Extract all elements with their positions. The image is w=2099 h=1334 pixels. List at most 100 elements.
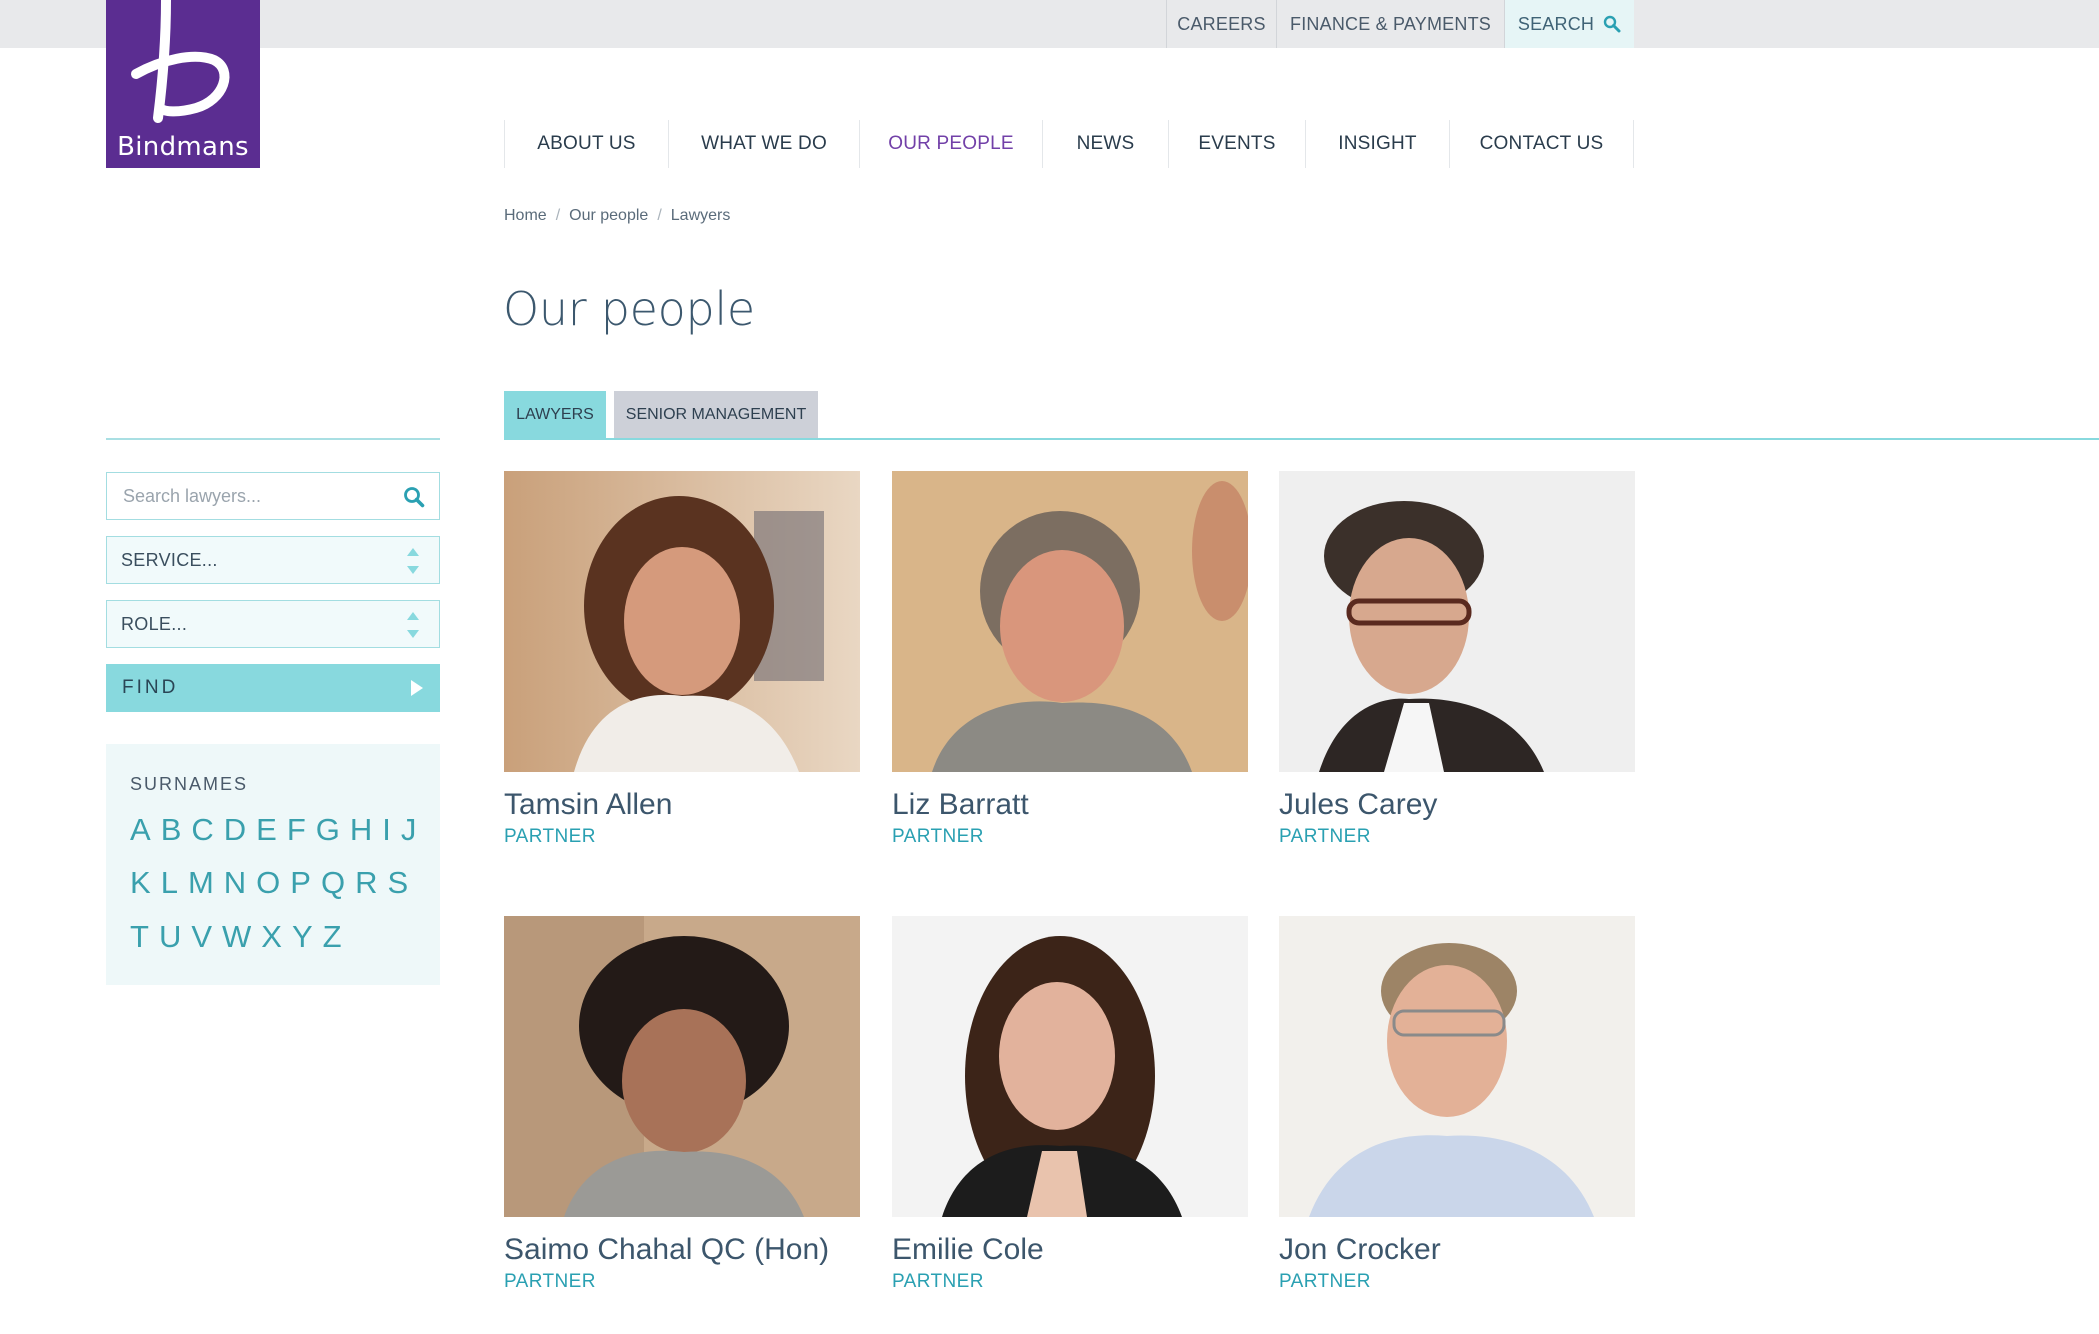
surname-letter-link[interactable]: I [382,812,395,848]
role-select[interactable]: ROLE... [106,600,440,648]
tab-label: SENIOR MANAGEMENT [625,406,807,423]
surnames-heading: SURNAMES [130,774,249,794]
nav-insight[interactable]: INSIGHT [1305,120,1449,168]
nav-about-us[interactable]: ABOUT US [504,120,668,168]
nav-what-we-do[interactable]: WHAT WE DO [668,120,859,168]
search-lawyers-field [106,472,440,520]
surname-letter-link[interactable]: D [224,812,250,848]
role-select-label: ROLE... [121,613,188,634]
sidebar-divider [106,438,440,440]
utility-link-label: CAREERS [1177,13,1266,34]
surname-letter-link[interactable]: J [401,812,421,848]
surname-letter-link[interactable]: H [350,812,376,848]
surname-letter-link[interactable]: K [130,865,155,901]
nav-our-people[interactable]: OUR PEOPLE [859,120,1042,168]
breadcrumb-our-people[interactable]: Our people [569,207,648,225]
utility-link-careers[interactable]: CAREERS [1166,0,1276,48]
surname-letter-link[interactable]: G [316,812,344,848]
tab-lawyers[interactable]: LAWYERS [504,391,606,439]
breadcrumb-home[interactable]: Home [504,207,547,225]
service-select[interactable]: SERVICE... [106,536,440,584]
surname-letter-link[interactable]: T [130,919,153,955]
tab-senior-management[interactable]: SENIOR MANAGEMENT [614,391,818,439]
utility-search-button[interactable]: SEARCH [1504,0,1634,48]
logo-wordmark: Bindmans [117,132,249,162]
person-photo[interactable] [1279,916,1635,1217]
person-role: PARTNER [1279,826,1371,847]
nav-label: OUR PEOPLE [888,133,1014,154]
breadcrumb: Home / Our people / Lawyers [504,207,730,225]
surname-letter-link[interactable]: Y [292,919,317,955]
surname-letter-link[interactable]: U [159,919,185,955]
person-card[interactable]: Tamsin Allen PARTNER [504,471,860,848]
surname-letter-link[interactable]: Z [323,919,346,955]
surname-letter-link[interactable]: B [161,812,186,848]
person-name[interactable]: Emilie Cole [892,1233,1248,1267]
utility-link-label: SEARCH [1517,13,1595,34]
surname-letter-row: ABCDEFGHIJ [130,812,420,848]
surname-letter-link[interactable]: E [256,812,281,848]
search-icon [1603,15,1621,33]
search-input[interactable] [107,485,377,507]
person-role: PARTNER [504,1271,596,1292]
select-arrows-icon [407,612,419,638]
surname-letter-link[interactable]: P [290,865,315,901]
nav-label: ABOUT US [537,133,636,154]
surname-letter-link[interactable]: L [161,865,182,901]
person-role: PARTNER [892,826,984,847]
surname-letter-link[interactable]: A [130,812,155,848]
person-name[interactable]: Jules Carey [1279,788,1635,822]
person-card[interactable]: Liz Barratt PARTNER [892,471,1248,848]
nav-contact-us[interactable]: CONTACT US [1449,120,1634,168]
nav-label: NEWS [1076,133,1135,154]
utility-link-finance-payments[interactable]: FINANCE & PAYMENTS [1276,0,1504,48]
surname-letter-row: TUVWXYZ [130,919,346,955]
person-card[interactable]: Jon Crocker PARTNER [1279,916,1635,1293]
select-arrows-icon [407,548,419,574]
surname-letter-link[interactable]: N [224,865,250,901]
find-button[interactable]: FIND [106,664,440,712]
surname-letter-link[interactable]: W [222,919,255,955]
breadcrumb-separator: / [657,207,662,224]
nav-events[interactable]: EVENTS [1168,120,1305,168]
tab-label: LAWYERS [516,406,594,423]
breadcrumb-separator: / [555,207,561,224]
surname-letter-link[interactable]: Q [321,865,349,901]
person-photo[interactable] [892,916,1248,1217]
find-button-label: FIND [122,677,179,698]
nav-label: EVENTS [1198,133,1276,154]
page-title: Our people [503,282,755,336]
person-role: PARTNER [504,826,596,847]
person-role: PARTNER [1279,1271,1371,1292]
person-card[interactable]: Jules Carey PARTNER [1279,471,1635,848]
surname-letter-row: KLMNOPQRS [130,865,412,901]
surname-letter-link[interactable]: X [261,919,286,955]
utility-link-label: FINANCE & PAYMENTS [1290,13,1491,34]
person-photo[interactable] [504,916,860,1217]
play-arrow-icon [411,680,423,696]
nav-label: INSIGHT [1338,133,1417,154]
person-photo[interactable] [1279,471,1635,772]
surname-letter-link[interactable]: M [188,865,218,901]
surname-letter-link[interactable]: F [287,812,310,848]
surname-letter-link[interactable]: S [387,865,412,901]
person-card[interactable]: Emilie Cole PARTNER [892,916,1248,1293]
person-card[interactable]: Saimo Chahal QC (Hon) PARTNER [504,916,860,1293]
nav-label: WHAT WE DO [701,133,827,154]
person-name[interactable]: Liz Barratt [892,788,1248,822]
person-name[interactable]: Tamsin Allen [504,788,860,822]
person-name[interactable]: Saimo Chahal QC (Hon) [504,1233,860,1267]
utility-bar [0,0,2099,48]
bindmans-logo[interactable]: Bindmans [106,0,260,168]
person-role: PARTNER [892,1271,984,1292]
nav-news[interactable]: NEWS [1042,120,1168,168]
surname-letter-link[interactable]: R [355,865,381,901]
person-photo[interactable] [504,471,860,772]
surname-letter-link[interactable]: C [191,812,217,848]
search-icon[interactable] [403,486,425,508]
surname-letter-link[interactable]: O [256,865,284,901]
service-select-label: SERVICE... [121,549,218,570]
person-name[interactable]: Jon Crocker [1279,1233,1635,1267]
person-photo[interactable] [892,471,1248,772]
surname-letter-link[interactable]: V [191,919,216,955]
